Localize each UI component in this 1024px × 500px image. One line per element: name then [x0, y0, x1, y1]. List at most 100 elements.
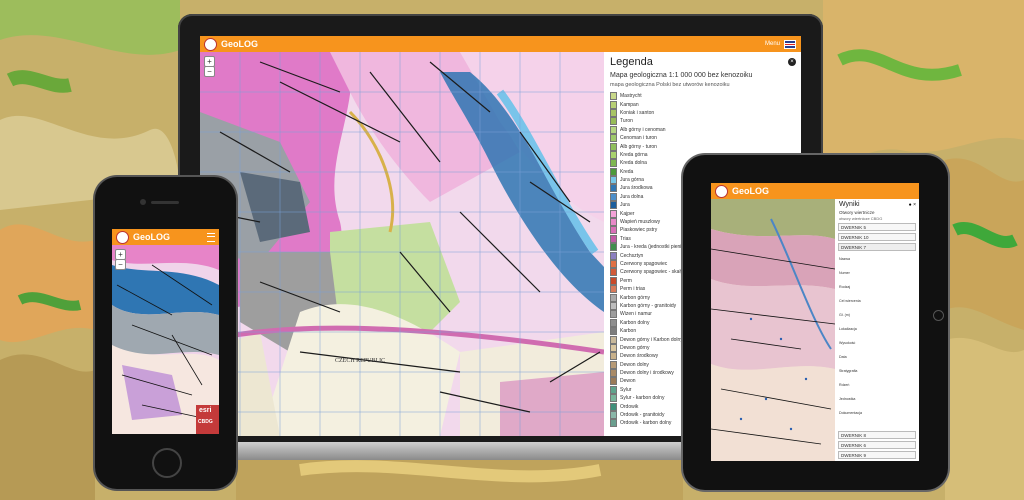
accordion-item[interactable]: DWERNIK 6 [838, 441, 916, 449]
tablet-map[interactable] [711, 199, 835, 461]
legend-item-label: Jura środkowa [620, 185, 653, 192]
legend-swatch [610, 377, 617, 386]
legend-swatch [610, 134, 617, 143]
phone-device: GeoLOG + − esri CBDG [95, 177, 236, 489]
detail-label: Wysokość [839, 341, 856, 345]
legend-item-label: Mastrycht [620, 93, 642, 100]
legend-item-label: Turon [620, 118, 633, 125]
phone-map[interactable] [112, 245, 219, 434]
camera-icon [140, 199, 146, 205]
zoom-out-button[interactable]: − [115, 259, 126, 270]
legend-swatch [610, 234, 617, 243]
legend-item-label: Jura [620, 202, 630, 209]
speaker-grille [151, 201, 179, 204]
legend-item-label: Cenoman i turon [620, 135, 657, 142]
legend-swatch [610, 218, 617, 227]
detail-label: Cel wiercenia [839, 299, 861, 303]
hamburger-menu-icon[interactable] [207, 232, 215, 242]
accordion-item[interactable]: DWERNIK 10 [838, 233, 916, 241]
legend-swatch [610, 100, 617, 109]
legend-swatch [610, 360, 617, 369]
detail-label: Rdzeń [839, 383, 850, 387]
zoom-out-button[interactable]: − [204, 66, 215, 77]
detail-label: Rodzaj [839, 285, 851, 289]
app-title: GeoLOG [133, 232, 171, 242]
legend-item-label: Kampan [620, 101, 639, 108]
legend-swatch [610, 184, 617, 193]
legend-item: Koniak i santon [610, 108, 712, 117]
tablet-app-header: GeoLOG [711, 183, 919, 199]
legend-swatch [610, 125, 617, 134]
detail-label: Jednostka [839, 397, 856, 401]
tablet-device: GeoLOG Wyniki ● × Otwory wiertnicze otwo… [683, 155, 948, 490]
legend-item-label: Kajper [620, 210, 635, 217]
legend-item-label: Trias [620, 235, 631, 242]
detail-label: Dokumentacja [839, 411, 862, 415]
results-title: Wyniki [839, 201, 860, 208]
legend-item-label: Wapień muszlowy [620, 219, 661, 226]
accordion-item[interactable]: DWERNIK 5 [838, 223, 916, 231]
legend-item: Turon [610, 117, 712, 126]
panel-close-icon[interactable]: ● × [909, 202, 916, 208]
accordion-item[interactable]: DWERNIK 9 [838, 451, 916, 459]
uk-flag-icon[interactable] [784, 39, 796, 49]
legend-swatch [610, 335, 617, 344]
legend-swatch [610, 318, 617, 327]
cbdg-logo: CBDG [198, 419, 213, 425]
legend-item-label: Alb górny - turon [620, 143, 657, 150]
legend-item: Cenoman i turon [610, 134, 712, 143]
results-caption: otwory wiertnicze CBDG [839, 216, 883, 221]
legend-swatch [610, 411, 617, 420]
legend-item-label: Kreda górna [620, 151, 648, 158]
tablet-screen: GeoLOG Wyniki ● × Otwory wiertnicze otwo… [711, 183, 919, 461]
legend-swatch [610, 176, 617, 185]
legend-swatch [610, 150, 617, 159]
legend-item-label: Perm [620, 277, 632, 284]
home-button[interactable] [933, 310, 944, 321]
legend-swatch [610, 209, 617, 218]
legend-title: Legenda [610, 56, 653, 68]
legend-swatch [610, 276, 617, 285]
phone-app-header: GeoLOG [112, 229, 219, 245]
results-subtitle: Otwory wiertnicze [839, 210, 875, 215]
geolog-logo-icon [116, 230, 129, 244]
legend-swatch [610, 385, 617, 394]
legend-swatch [610, 92, 617, 101]
map-country-label: CZECH REPUBLIC [335, 358, 385, 364]
geological-map[interactable]: CZECH REPUBLIC [200, 52, 604, 436]
legend-swatch [610, 343, 617, 352]
legend-caption: mapa geologiczna Polski bez utworów keno… [610, 82, 730, 88]
accordion-item[interactable]: DWERNIK 8 [838, 431, 916, 439]
app-title: GeoLOG [221, 39, 259, 49]
geolog-logo-icon [715, 184, 728, 198]
legend-item-label: Ordowik [620, 403, 639, 410]
legend-item: Alb górny i cenoman [610, 125, 712, 134]
legend-item-label: Dewon środkowy [620, 353, 659, 360]
legend-item-label: Dewon dolny [620, 361, 649, 368]
legend-item-label: Perm i trias [620, 286, 646, 293]
legend-item-label: Alb górny i cenoman [620, 126, 666, 133]
legend-item-label: Kreda dolna [620, 160, 647, 167]
legend-swatch [610, 243, 617, 252]
phone-screen: GeoLOG + − esri CBDG [112, 229, 219, 434]
legend-item-label: Dewon dolny i środkowy [620, 370, 674, 377]
accordion-item-open[interactable]: DWERNIK 7 [838, 243, 916, 251]
detail-label: Numer [839, 271, 850, 275]
legend-swatch [610, 260, 617, 268]
legend-swatch [610, 192, 617, 201]
results-panel: Wyniki ● × Otwory wiertnicze otwory wier… [835, 199, 919, 461]
legend-swatch [610, 201, 617, 210]
legend-item: Kampan [610, 100, 712, 109]
legend-item-label: Dewon górny [620, 344, 650, 351]
legend-swatch [610, 394, 617, 403]
close-icon[interactable]: × [788, 58, 796, 66]
legend-item-label: Piaskowiec pstry [620, 227, 658, 234]
legend-item-label: Ordowik - karbon dolny [620, 420, 672, 427]
legend-item-label: Karbon górny - granitoidy [620, 302, 677, 309]
home-button[interactable] [152, 448, 182, 478]
legend-swatch [610, 251, 617, 260]
detail-label: Lokalizacja [839, 327, 857, 331]
legend-swatch [610, 327, 617, 336]
menu-button[interactable]: Menu [765, 41, 780, 47]
legend-swatch [610, 117, 617, 126]
